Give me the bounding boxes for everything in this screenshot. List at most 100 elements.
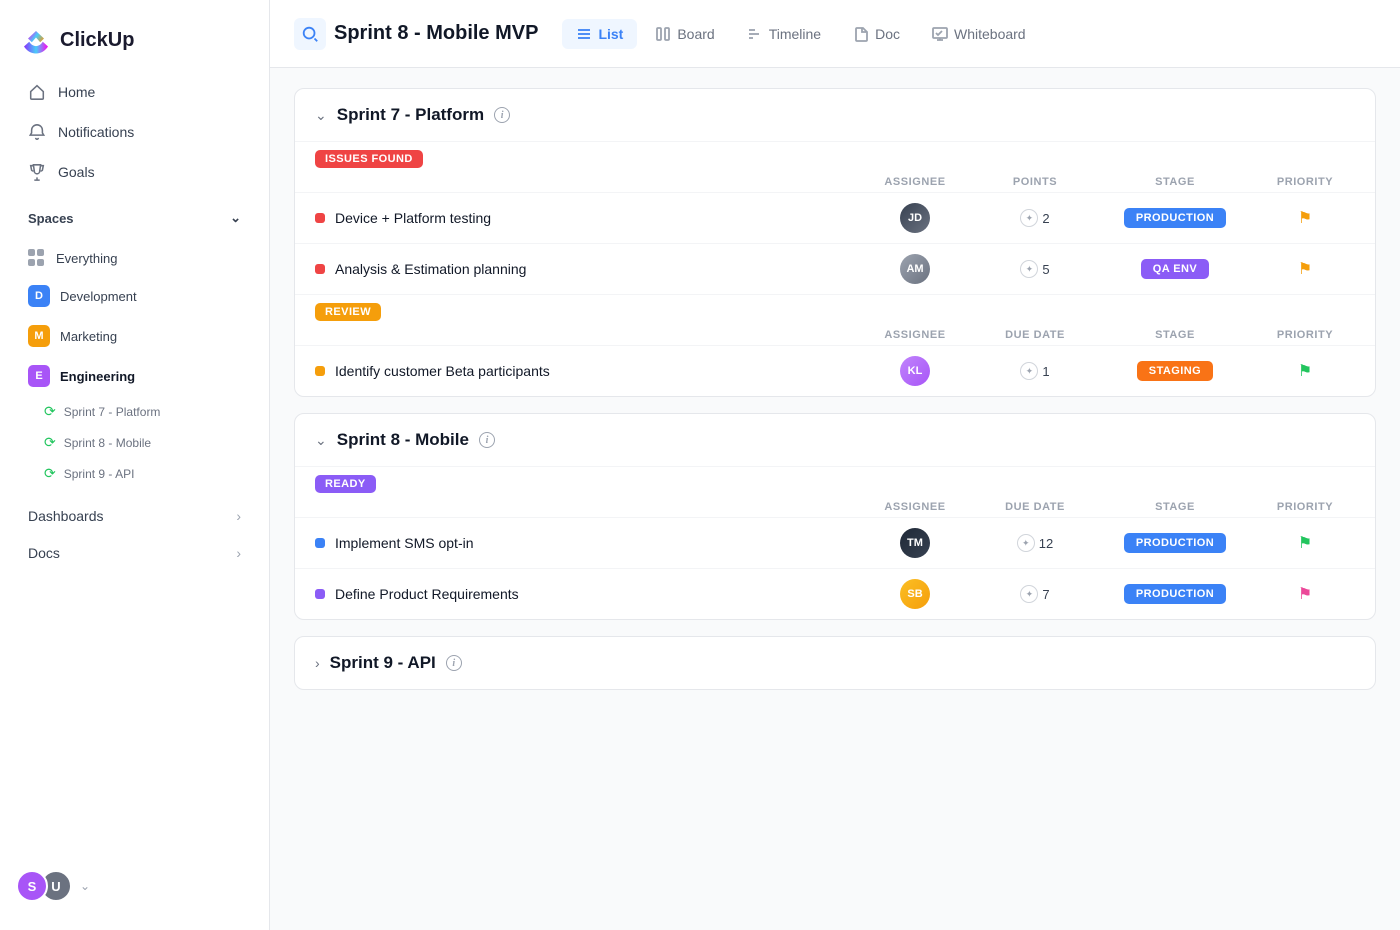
spaces-section-header[interactable]: Spaces ⌄	[8, 200, 261, 236]
sidebar-item-development-label: Development	[60, 289, 137, 304]
content-area: ⌄ Sprint 7 - Platform i ISSUES FOUND ASS…	[270, 68, 1400, 930]
sidebar-item-home-label: Home	[58, 84, 95, 100]
docs-chevron-icon: ›	[236, 545, 241, 561]
flag-yellow-1: ⚑	[1298, 208, 1312, 228]
task-label-product-req: Define Product Requirements	[335, 586, 519, 602]
everything-icon	[28, 249, 46, 267]
sprint-card-9: › Sprint 9 - API i	[294, 636, 1376, 690]
list-tab-icon	[576, 26, 592, 42]
issues-badge: ISSUES FOUND	[315, 150, 423, 168]
sprint-9-info-icon: i	[446, 655, 462, 671]
stage-cell-4: PRODUCTION	[1095, 533, 1255, 553]
sprint-8-chevron: ⌄	[315, 432, 327, 449]
task-row-device-platform[interactable]: Device + Platform testing JD ✦ 2 PRODUCT…	[295, 192, 1375, 243]
sidebar-sprint-8[interactable]: ⟳ Sprint 8 - Mobile	[8, 428, 261, 457]
col-assignee-8: ASSIGNEE	[855, 501, 975, 513]
assignee-cell-5: SB	[855, 579, 975, 609]
points-cell-4: ✦ 12	[975, 534, 1095, 552]
task-dot-blue-1	[315, 538, 325, 548]
points-icon-2: ✦	[1020, 260, 1038, 278]
points-value-3: 1	[1042, 364, 1049, 379]
stage-qa-1: QA ENV	[1141, 259, 1209, 279]
user-avatar-3: KL	[900, 356, 930, 386]
task-name-product-req: Define Product Requirements	[315, 586, 855, 602]
task-dot-purple-1	[315, 589, 325, 599]
sidebar-item-engineering-label: Engineering	[60, 369, 135, 384]
tab-list[interactable]: List	[562, 19, 637, 49]
sprint-search-icon	[294, 18, 326, 50]
sprint-9-chevron-right: ›	[315, 655, 320, 671]
sidebar-item-development[interactable]: D Development	[8, 277, 261, 315]
sprint-card-7: ⌄ Sprint 7 - Platform i ISSUES FOUND ASS…	[294, 88, 1376, 397]
col-stage-r: STAGE	[1095, 329, 1255, 341]
points-icon-3: ✦	[1020, 362, 1038, 380]
flag-green-1: ⚑	[1298, 361, 1312, 381]
tab-whiteboard[interactable]: Whiteboard	[918, 19, 1040, 49]
avatar-dropdown-icon[interactable]: ⌄	[80, 879, 90, 893]
tab-timeline-label: Timeline	[769, 26, 821, 42]
sidebar-item-notifications[interactable]: Notifications	[8, 113, 261, 151]
sprint-icon-9: ⟳	[44, 465, 56, 482]
task-row-product-req[interactable]: Define Product Requirements SB ✦ 7 PRODU…	[295, 568, 1375, 619]
doc-tab-icon	[853, 26, 869, 42]
sprint-7-chevron: ⌄	[315, 107, 327, 124]
points-value-2: 5	[1042, 262, 1049, 277]
sidebar-item-engineering[interactable]: E Engineering	[8, 357, 261, 395]
board-tab-icon	[655, 26, 671, 42]
task-label-analysis: Analysis & Estimation planning	[335, 261, 526, 277]
task-row-beta[interactable]: Identify customer Beta participants KL ✦…	[295, 345, 1375, 396]
sprint-8-title: Sprint 8 - Mobile	[337, 430, 469, 450]
sprint-9-header[interactable]: › Sprint 9 - API i	[295, 637, 1375, 689]
trophy-icon	[28, 163, 46, 181]
user-avatar-1: JD	[900, 203, 930, 233]
user-avatar-stack: S U	[16, 870, 72, 902]
tab-list-label: List	[598, 26, 623, 42]
header: Sprint 8 - Mobile MVP List Board	[270, 0, 1400, 68]
points-value-1: 2	[1042, 211, 1049, 226]
development-avatar: D	[28, 285, 50, 307]
engineering-avatar: E	[28, 365, 50, 387]
sprint-7-info-icon: i	[494, 107, 510, 123]
task-name-device-platform: Device + Platform testing	[315, 210, 855, 226]
col-stage-1: STAGE	[1095, 176, 1255, 188]
sprint-8-header[interactable]: ⌄ Sprint 8 - Mobile i	[295, 414, 1375, 466]
priority-cell-2: ⚑	[1255, 259, 1355, 279]
sidebar-dashboards[interactable]: Dashboards ›	[8, 498, 261, 534]
assignee-cell-1: JD	[855, 203, 975, 233]
tab-doc[interactable]: Doc	[839, 19, 914, 49]
sprint-7-header[interactable]: ⌄ Sprint 7 - Platform i	[295, 89, 1375, 141]
dashboards-chevron-icon: ›	[236, 508, 241, 524]
points-cell-2: ✦ 5	[975, 260, 1095, 278]
assignee-cell-4: TM	[855, 528, 975, 558]
sprint-8-ready-header-row: READY	[295, 467, 1375, 501]
sidebar-item-goals[interactable]: Goals	[8, 153, 261, 191]
col-priority-8: PRIORITY	[1255, 501, 1355, 513]
sidebar-docs[interactable]: Docs ›	[8, 535, 261, 571]
sidebar-bottom: S U ⌄	[0, 858, 269, 914]
sidebar-item-everything[interactable]: Everything	[8, 241, 261, 275]
stage-cell-1: PRODUCTION	[1095, 208, 1255, 228]
ready-badge: READY	[315, 475, 376, 493]
col-priority-r: PRIORITY	[1255, 329, 1355, 341]
sidebar-sprint-8-label: Sprint 8 - Mobile	[64, 436, 151, 450]
col-duedate-8: DUE DATE	[975, 501, 1095, 513]
sidebar-item-notifications-label: Notifications	[58, 124, 134, 140]
assignee-cell-2: AM	[855, 254, 975, 284]
user-avatar-2: AM	[900, 254, 930, 284]
flag-green-2: ⚑	[1298, 533, 1312, 553]
sidebar-sprint-9-label: Sprint 9 - API	[64, 467, 135, 481]
sidebar-item-home[interactable]: Home	[8, 73, 261, 111]
points-cell-5: ✦ 7	[975, 585, 1095, 603]
sidebar-sprint-7[interactable]: ⟳ Sprint 7 - Platform	[8, 397, 261, 426]
task-row-sms[interactable]: Implement SMS opt-in TM ✦ 12 PRODUCTION …	[295, 517, 1375, 568]
task-row-analysis[interactable]: Analysis & Estimation planning AM ✦ 5 QA…	[295, 243, 1375, 294]
col-points-1: POINTS	[975, 176, 1095, 188]
tab-timeline[interactable]: Timeline	[733, 19, 835, 49]
avatar-s: S	[16, 870, 48, 902]
sidebar-item-marketing[interactable]: M Marketing	[8, 317, 261, 355]
sidebar-item-goals-label: Goals	[58, 164, 95, 180]
task-name-sms: Implement SMS opt-in	[315, 535, 855, 551]
tab-board[interactable]: Board	[641, 19, 728, 49]
sidebar-sprint-9[interactable]: ⟳ Sprint 9 - API	[8, 459, 261, 488]
sprint-7-review-section: REVIEW ASSIGNEE DUE DATE STAGE PRIORITY …	[295, 294, 1375, 396]
